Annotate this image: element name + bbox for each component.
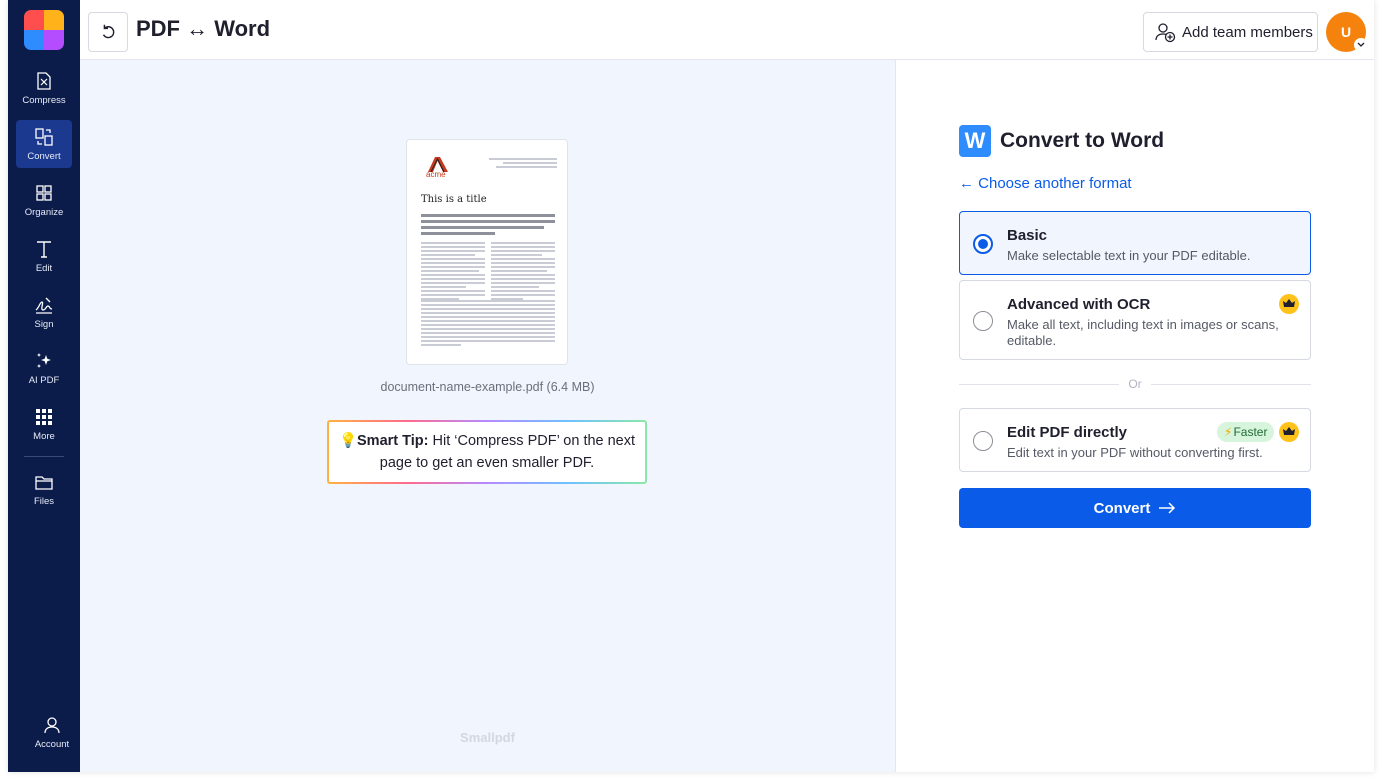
- folder-icon: [35, 475, 53, 490]
- page-title: PDF ↔ Word: [136, 16, 271, 41]
- radio-basic[interactable]: [973, 234, 993, 254]
- doc-column-left: [421, 242, 485, 302]
- doc-lead-paragraph: [421, 214, 555, 238]
- chevron-down-icon[interactable]: [1354, 38, 1368, 52]
- sidebar-item-ai-pdf[interactable]: AI PDF: [16, 344, 72, 392]
- option-title: Edit PDF directly: [1007, 424, 1128, 441]
- faster-label: Faster: [1233, 425, 1268, 439]
- sidebar-item-compress[interactable]: Compress: [16, 64, 72, 112]
- undo-icon: [102, 24, 115, 39]
- add-team-members-button[interactable]: Add team members: [1143, 12, 1318, 52]
- edit-text-icon: [37, 240, 51, 258]
- smart-tip-banner: 💡Smart Tip: Hit ‘Compress PDF’ on the ne…: [327, 420, 647, 484]
- doc-column-right: [491, 242, 555, 302]
- smart-tip-label: Smart Tip:: [357, 433, 429, 449]
- arrow-right-icon: [1159, 502, 1176, 514]
- convert-icon: [35, 127, 53, 146]
- brand-watermark: Smallpdf: [460, 730, 515, 745]
- sidebar-item-edit[interactable]: Edit: [16, 232, 72, 280]
- convert-button[interactable]: Convert: [959, 488, 1311, 528]
- logo-icon: [24, 10, 64, 50]
- sidebar-item-label: More: [33, 430, 55, 442]
- option-edit-pdf-directly[interactable]: Edit PDF directly Edit text in your PDF …: [959, 408, 1311, 472]
- sidebar-item-label: Organize: [24, 206, 64, 218]
- undo-button[interactable]: [88, 12, 128, 52]
- sidebar-item-label: Convert: [27, 150, 61, 162]
- app-logo[interactable]: [8, 0, 80, 60]
- document-preview-pane: acme This is a title document-name-examp…: [80, 60, 895, 772]
- smart-tip-text: 💡Smart Tip: Hit ‘Compress PDF’ on the ne…: [337, 430, 637, 474]
- file-name-label: document-name-example.pdf (6.4 MB): [380, 380, 595, 394]
- option-description: Make all text, including text in images …: [1007, 317, 1279, 348]
- convert-label: Convert: [1093, 499, 1151, 517]
- sign-icon: [35, 297, 53, 314]
- sidebar: Compress Convert Organize Edit Sign AI P…: [8, 0, 80, 772]
- top-header: PDF ↔ Word Add team members U: [80, 0, 1374, 60]
- sidebar-item-files[interactable]: Files: [16, 465, 72, 513]
- sidebar-item-organize[interactable]: Organize: [16, 176, 72, 224]
- crown-icon: [1279, 422, 1299, 442]
- doc-title: This is a title: [421, 194, 487, 205]
- sidebar-item-account[interactable]: Account: [24, 708, 80, 756]
- ai-sparkle-icon: [37, 352, 51, 368]
- or-label: Or: [1128, 377, 1142, 391]
- panel-title: Convert to Word: [1000, 129, 1165, 152]
- option-title: Advanced with OCR: [1007, 296, 1151, 313]
- organize-icon: [36, 184, 52, 201]
- sidebar-item-label: Account: [34, 738, 70, 750]
- lightbulb-icon: 💡: [338, 433, 358, 449]
- sidebar-item-label: Compress: [22, 94, 66, 106]
- sidebar-item-label: Sign: [34, 318, 54, 330]
- compress-icon: [37, 71, 51, 90]
- faster-badge: ⚡ Faster: [1217, 422, 1275, 442]
- or-divider: Or: [959, 377, 1311, 391]
- add-user-icon: [1155, 23, 1176, 43]
- sidebar-item-convert[interactable]: Convert: [16, 120, 72, 168]
- radio-edit-pdf-directly[interactable]: [973, 431, 993, 451]
- doc-address-block: [489, 158, 557, 170]
- panel-header: W Convert to Word: [959, 125, 1164, 157]
- account-icon: [44, 716, 60, 733]
- sidebar-item-more[interactable]: More: [16, 400, 72, 448]
- avatar-initial: U: [1340, 24, 1352, 40]
- crown-icon: [1279, 294, 1299, 314]
- option-basic[interactable]: Basic Make selectable text in your PDF e…: [959, 211, 1311, 275]
- option-description: Edit text in your PDF without converting…: [1007, 445, 1263, 460]
- sidebar-item-sign[interactable]: Sign: [16, 288, 72, 336]
- add-team-members-label: Add team members: [1182, 23, 1313, 41]
- doc-body-paragraph: [421, 300, 555, 348]
- sidebar-item-label: Files: [33, 495, 55, 507]
- grid-more-icon: [36, 408, 52, 425]
- option-advanced-ocr[interactable]: Advanced with OCR Make all text, includi…: [959, 280, 1311, 360]
- app-window: Compress Convert Organize Edit Sign AI P…: [8, 0, 1374, 772]
- sidebar-item-label: Edit: [35, 262, 53, 274]
- word-icon: W: [959, 125, 991, 157]
- conversion-options-panel: W Convert to Word ← Choose another forma…: [895, 60, 1374, 772]
- lightning-icon: ⚡: [1224, 425, 1233, 439]
- option-description: Make selectable text in your PDF editabl…: [1007, 248, 1251, 263]
- choose-another-format-link[interactable]: ← Choose another format: [959, 175, 1132, 192]
- sidebar-nav: Compress Convert Organize Edit Sign AI P…: [8, 64, 80, 521]
- radio-advanced-ocr[interactable]: [973, 311, 993, 331]
- option-title: Basic: [1007, 227, 1048, 244]
- sidebar-divider: [24, 456, 64, 457]
- sidebar-item-label: AI PDF: [28, 374, 60, 386]
- document-thumbnail: acme This is a title: [406, 139, 568, 365]
- doc-logo-text: acme: [426, 170, 446, 179]
